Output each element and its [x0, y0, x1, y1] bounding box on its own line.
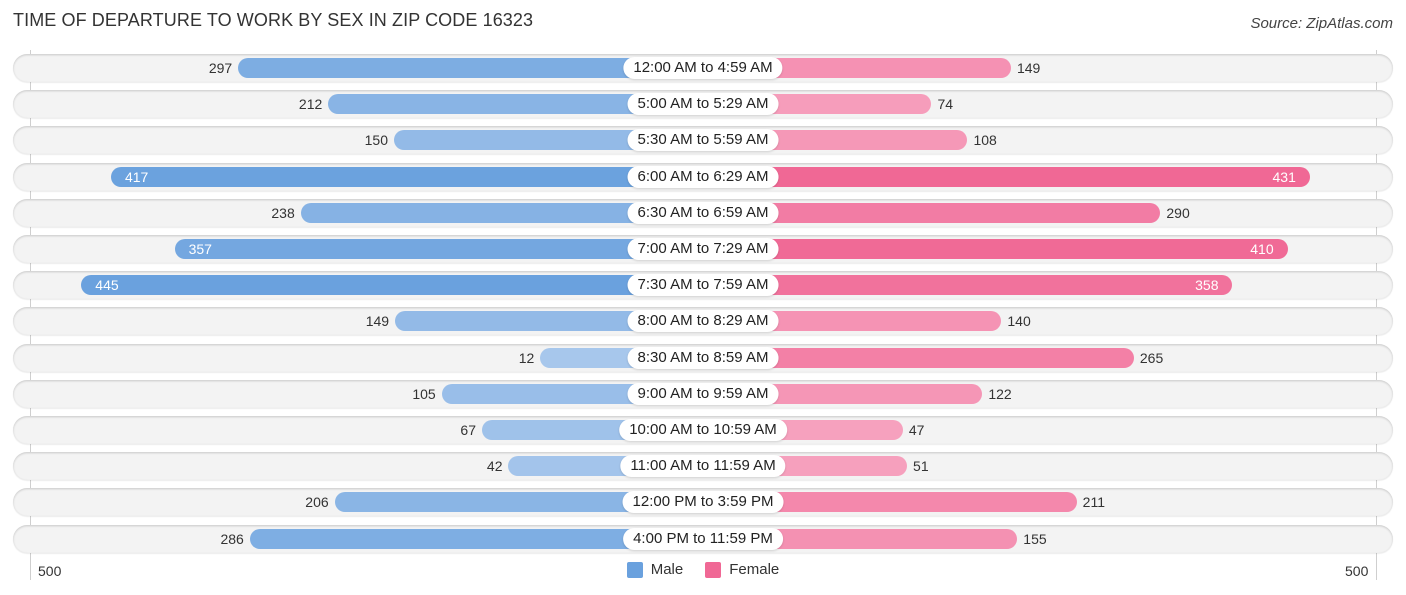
bar-male[interactable]	[81, 275, 703, 296]
value-label-female: 108	[973, 132, 997, 149]
value-label-female: 211	[1082, 494, 1105, 511]
value-label-male: 297	[208, 60, 233, 76]
bar-male[interactable]	[174, 239, 703, 259]
value-label-female: 431	[1272, 168, 1296, 185]
value-label-male: 212	[298, 96, 323, 113]
value-label-male: 206	[305, 494, 329, 511]
legend: Male Female	[0, 561, 1406, 578]
chart-area: 297 149 12:00 AM to 4:59 AM 212 74 5:00 AM to…	[0, 0, 1406, 595]
value-label-female: 51	[913, 458, 929, 475]
value-label-female: 410	[1250, 241, 1274, 257]
category-label: 7:00 AM to 7:29 AM	[627, 238, 779, 260]
bar-female[interactable]	[703, 275, 1233, 296]
value-label-male: 105	[412, 385, 436, 402]
category-label: 12:00 PM to 3:59 PM	[622, 491, 784, 514]
legend-label-male: Male	[650, 561, 684, 578]
bar-male[interactable]	[110, 166, 703, 187]
category-label: 8:00 AM to 8:29 AM	[627, 310, 779, 333]
value-label-female: 47	[908, 422, 925, 438]
value-label-female: 290	[1166, 204, 1190, 221]
value-label-male: 357	[188, 241, 212, 257]
legend-label-female: Female	[729, 561, 780, 578]
category-label: 7:30 AM to 7:59 AM	[627, 274, 779, 297]
legend-item-female[interactable]: Female	[705, 561, 779, 578]
value-label-male: 445	[95, 277, 119, 294]
value-label-male: 286	[220, 530, 244, 547]
value-label-male: 42	[486, 458, 503, 475]
category-label: 9:00 AM to 9:59 AM	[627, 382, 779, 405]
legend-item-male[interactable]: Male	[626, 561, 684, 578]
category-label: 8:30 AM to 8:59 AM	[627, 346, 779, 369]
value-label-female: 140	[1007, 313, 1031, 330]
category-label: 6:30 AM to 6:59 AM	[627, 201, 779, 224]
category-label: 6:00 AM to 6:29 AM	[627, 165, 779, 188]
legend-swatch-male	[626, 561, 643, 578]
value-label-female: 149	[1016, 60, 1041, 76]
value-label-male: 67	[460, 422, 476, 438]
value-label-female: 122	[988, 385, 1012, 402]
value-label-female: 74	[937, 96, 954, 113]
category-label: 12:00 AM to 4:59 AM	[623, 57, 783, 79]
bar-female[interactable]	[703, 166, 1310, 187]
value-label-male: 150	[364, 132, 388, 149]
value-label-female: 155	[1023, 530, 1047, 547]
category-label: 5:30 AM to 5:59 AM	[627, 129, 779, 152]
value-label-male: 12	[518, 349, 535, 366]
category-label: 11:00 AM to 11:59 AM	[620, 455, 786, 478]
category-label: 5:00 AM to 5:29 AM	[627, 93, 779, 116]
bar-female[interactable]	[703, 239, 1288, 259]
category-label: 4:00 PM to 11:59 PM	[623, 527, 783, 550]
value-label-male: 238	[271, 204, 295, 221]
category-label: 10:00 AM to 10:59 AM	[619, 419, 787, 441]
value-label-male: 417	[124, 168, 149, 185]
legend-swatch-female	[705, 561, 722, 578]
value-label-female: 358	[1195, 277, 1219, 294]
value-label-female: 265	[1139, 349, 1164, 366]
value-label-male: 149	[365, 313, 390, 330]
